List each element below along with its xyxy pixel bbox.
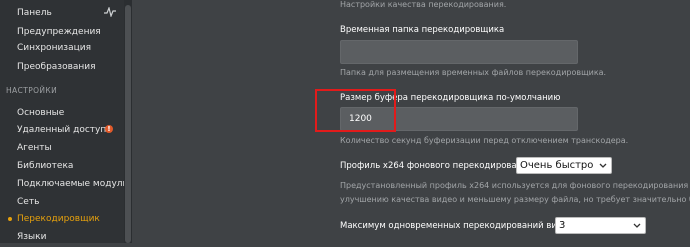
- max-transcodes-label: Максимум одновременных перекодирований в…: [340, 221, 574, 231]
- sidebar-item-label: Библиотека: [17, 161, 74, 171]
- active-indicator-icon: [8, 217, 12, 221]
- x264-profile-hint-line2: улучшению качества видео и меньшему разм…: [340, 195, 690, 204]
- sidebar-item-label: Удаленный доступ: [17, 125, 107, 135]
- sidebar-item-transcoder[interactable]: Перекодировщик: [0, 209, 125, 229]
- highlight-box: [315, 89, 396, 132]
- max-transcodes-select[interactable]: 3: [555, 217, 646, 234]
- warning-icon: !: [105, 125, 113, 133]
- temp-folder-input[interactable]: [340, 40, 578, 64]
- sidebar-item-agents[interactable]: Агенты: [0, 138, 125, 158]
- x264-profile-label: Профиль x264 фонового перекодирования: [340, 161, 533, 171]
- sidebar-scrollbar-thumb[interactable]: [125, 5, 131, 243]
- sidebar-item-label: Основные: [17, 108, 65, 118]
- activity-pulse-icon[interactable]: [104, 7, 116, 17]
- sidebar-item-label: Предупреждения: [17, 27, 101, 37]
- x264-profile-select[interactable]: Очень быстро: [516, 157, 612, 174]
- sidebar-item-label: Перекодировщик: [17, 214, 100, 224]
- max-transcodes-value: 3: [559, 220, 566, 231]
- chevron-down-icon: [599, 163, 607, 168]
- sidebar-item-label: Языки: [17, 232, 47, 242]
- sidebar-item-label: Сеть: [17, 197, 40, 207]
- sidebar-item-conversions[interactable]: Преобразования: [0, 57, 125, 77]
- sidebar-item-label: Преобразования: [17, 62, 96, 72]
- sidebar-item-library[interactable]: Библиотека: [0, 156, 125, 176]
- sidebar: Панель Предупреждения Синхронизация Прео…: [0, 0, 129, 243]
- sidebar-item-label: Синхронизация: [17, 43, 91, 53]
- sidebar-item-label: Агенты: [17, 143, 52, 153]
- sidebar-item-languages[interactable]: Языки: [0, 227, 125, 247]
- x264-profile-hint-line1: Предустановленный профиль x264 используе…: [340, 181, 690, 190]
- x264-profile-value: Очень быстро: [520, 160, 594, 171]
- temp-folder-label: Временная папка перекодировщика: [340, 25, 505, 35]
- settings-section-title: НАСТРОЙКИ: [6, 86, 58, 95]
- temp-folder-hint: Папка для размещения временных файлов пе…: [340, 68, 607, 77]
- quality-hint: Настройки качества перекодирования.: [340, 0, 507, 9]
- sidebar-item-plugins[interactable]: Подключаемые модули: [0, 174, 129, 194]
- chevron-down-icon: [633, 223, 641, 228]
- sidebar-item-sync[interactable]: Синхронизация: [0, 38, 125, 58]
- buffer-size-hint: Количество секунд буферизации перед откл…: [340, 136, 629, 145]
- sidebar-item-label: Подключаемые модули: [17, 179, 129, 189]
- sidebar-item-label: Панель: [17, 8, 52, 18]
